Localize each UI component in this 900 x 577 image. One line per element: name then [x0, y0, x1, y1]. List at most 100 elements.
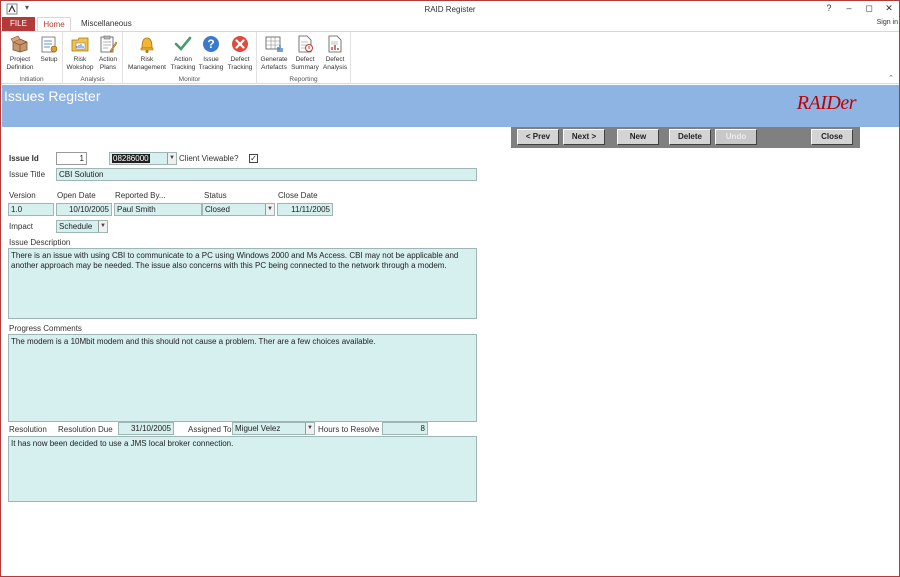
document-chart-icon [328, 35, 342, 53]
record-nav-bar: < Prev Next > New Delete Undo Close [511, 127, 860, 148]
sign-in-link[interactable]: Sign in [877, 19, 898, 26]
defect-summary-button[interactable]: Defect Summary [290, 34, 320, 72]
ref-code-dropdown-icon[interactable]: ▼ [167, 153, 176, 164]
group-reporting-label: Reporting [289, 76, 318, 83]
project-definition-label-2: Definition [6, 64, 34, 71]
action-tracking-label-2: Tracking [170, 64, 196, 71]
ribbon-tabs: FILE Home Miscellaneous Sign in [1, 17, 899, 32]
resolution-field[interactable]: It has now been decided to use a JMS loc… [8, 436, 477, 502]
page-title: Issues Register [4, 88, 101, 104]
restore-button[interactable]: ◻ [865, 3, 873, 14]
issue-tracking-label-1: Issue [203, 56, 219, 63]
impact-dropdown-icon[interactable]: ▼ [98, 221, 107, 232]
question-mark-icon: ? [203, 36, 219, 52]
open-date-field[interactable]: 10/10/2005 [56, 203, 112, 216]
tab-miscellaneous[interactable]: Miscellaneous [75, 17, 138, 31]
prev-button[interactable]: < Prev [517, 129, 559, 145]
close-form-button[interactable]: Close [811, 129, 853, 145]
assigned-to-combo[interactable]: Miguel Velez ▼ [232, 422, 315, 435]
group-initiation-label: Initiation [19, 76, 44, 83]
risk-wokshop-button[interactable]: Risk Wokshop [65, 34, 95, 72]
defect-analysis-button[interactable]: Defect Analysis [320, 34, 350, 72]
group-analysis: Risk Wokshop Action Plans Analysis [63, 32, 123, 84]
issue-description-field[interactable]: There is an issue with using CBI to comm… [8, 248, 477, 319]
ref-code-value: 08286000 [112, 154, 150, 163]
action-plans-label-1: Action [98, 56, 118, 63]
undo-button[interactable]: Undo [715, 129, 757, 145]
impact-combo[interactable]: Schedule ▼ [56, 220, 108, 233]
group-analysis-label: Analysis [80, 76, 105, 83]
risk-wokshop-label-2: Wokshop [66, 64, 94, 71]
defect-analysis-label-1: Defect [325, 56, 345, 63]
close-date-field[interactable]: 11/11/2005 [277, 203, 333, 216]
status-combo[interactable]: Closed ▼ [202, 203, 275, 216]
ref-code-combo[interactable]: 08286000 ▼ [109, 152, 177, 165]
progress-comments-field[interactable]: The modem is a 10Mbit modem and this sho… [8, 334, 477, 422]
generate-artefacts-label-1: Generate [260, 56, 288, 63]
red-x-icon [232, 36, 248, 52]
project-definition-button[interactable]: Project Definition [4, 34, 36, 72]
svg-text:?: ? [207, 37, 214, 51]
issue-id-label: Issue Id [9, 154, 39, 163]
setup-label: Setup [40, 56, 58, 63]
setup-checklist-icon [41, 36, 58, 53]
issue-description-label: Issue Description [9, 238, 71, 247]
issue-tracking-button[interactable]: ? Issue Tracking [197, 34, 225, 72]
group-initiation: Project Definition Setup Initiation [1, 32, 63, 84]
delete-button[interactable]: Delete [669, 129, 711, 145]
client-viewable-label: Client Viewable? [179, 154, 239, 163]
generate-artefacts-button[interactable]: Generate Artefacts [259, 34, 289, 72]
version-field[interactable]: 1.0 [8, 203, 54, 216]
help-button[interactable]: ? [825, 3, 833, 14]
status-dropdown-icon[interactable]: ▼ [265, 204, 274, 215]
window-title: RAID Register [424, 5, 476, 14]
app-window: ▾ RAID Register ? – ◻ ✕ FILE Home Miscel… [0, 0, 900, 577]
assigned-to-dropdown-icon[interactable]: ▼ [305, 423, 314, 434]
action-plans-button[interactable]: Action Plans [95, 34, 121, 72]
minimize-button[interactable]: – [845, 3, 853, 14]
defect-analysis-label-2: Analysis [322, 64, 348, 71]
defect-summary-label-2: Summary [291, 64, 319, 71]
impact-label: Impact [9, 222, 34, 231]
reported-by-field[interactable]: Paul Smith [114, 203, 202, 216]
raider-logo: RAIDer [796, 92, 857, 114]
assigned-to-label: Assigned To [188, 425, 232, 434]
next-button[interactable]: Next > [563, 129, 605, 145]
defect-tracking-label-1: Defect [230, 56, 250, 63]
defect-tracking-button[interactable]: Defect Tracking [225, 34, 255, 72]
ribbon: Project Definition Setup Initiation Risk… [1, 31, 899, 84]
issue-title-field[interactable]: CBI Solution [56, 168, 477, 181]
setup-button[interactable]: Setup [37, 34, 61, 64]
issue-title-label: Issue Title [9, 170, 46, 179]
new-button[interactable]: New [617, 129, 659, 145]
status-label: Status [204, 191, 227, 200]
clipboard-pencil-icon [100, 35, 118, 53]
tab-file[interactable]: FILE [2, 17, 35, 31]
resolution-due-label: Resolution Due [58, 425, 113, 434]
tab-home[interactable]: Home [37, 17, 71, 32]
group-monitor-label: Monitor [178, 76, 201, 83]
title-bar: ▾ RAID Register ? – ◻ ✕ [1, 1, 899, 17]
action-plans-label-2: Plans [99, 64, 117, 71]
version-label: Version [9, 191, 36, 200]
risk-wokshop-label-1: Risk [73, 56, 87, 63]
progress-comments-label: Progress Comments [9, 324, 82, 333]
action-tracking-button[interactable]: Action Tracking [169, 34, 197, 72]
check-mark-icon [174, 36, 192, 51]
resolution-label: Resolution [9, 425, 47, 434]
resolution-due-field[interactable]: 31/10/2005 [118, 422, 174, 435]
group-monitor: Risk Management Action Tracking ? Issue … [123, 32, 257, 84]
risk-management-button[interactable]: Risk Management [125, 34, 169, 72]
close-window-button[interactable]: ✕ [885, 3, 893, 14]
table-chart-icon [265, 36, 283, 52]
assigned-to-value: Miguel Velez [235, 424, 281, 433]
issue-id-field[interactable]: 1 [56, 152, 87, 165]
action-tracking-label-1: Action [173, 56, 193, 63]
hours-to-resolve-field[interactable]: 8 [382, 422, 428, 435]
collapse-ribbon-icon[interactable]: ⌃ [888, 74, 894, 82]
client-viewable-checkbox[interactable]: ✓ [249, 154, 258, 163]
issue-tracking-label-2: Tracking [198, 64, 224, 71]
impact-value: Schedule [59, 222, 93, 231]
open-date-label: Open Date [57, 191, 96, 200]
open-box-icon [10, 35, 28, 53]
